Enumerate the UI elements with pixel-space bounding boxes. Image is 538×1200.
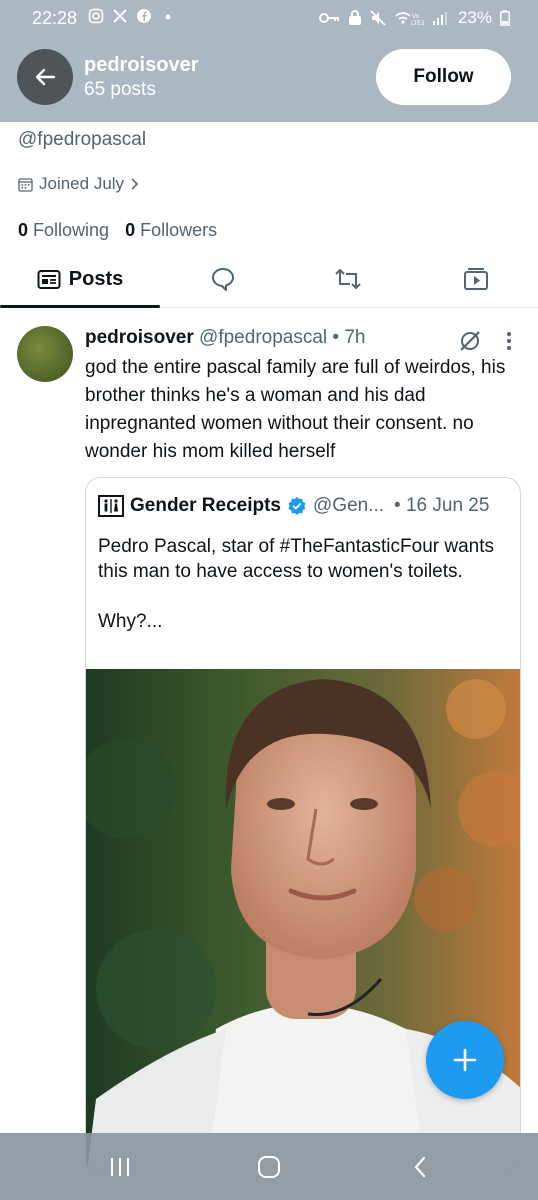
joined-label: Joined July xyxy=(39,174,125,193)
restroom-logo-icon xyxy=(98,495,124,517)
svg-text:LTE2: LTE2 xyxy=(411,20,424,26)
follow-stats: 0 Following 0 Followers xyxy=(18,220,217,241)
quoted-tweet-text: Pedro Pascal, star of #TheFantasticFour … xyxy=(98,536,495,632)
dot-icon xyxy=(165,14,171,20)
following-count: 0 xyxy=(18,220,29,240)
status-notification-icons xyxy=(88,8,176,24)
x-logo-icon xyxy=(113,9,127,23)
back-nav-button[interactable] xyxy=(380,1133,460,1200)
profile-handle: @fpedropascal xyxy=(18,129,147,150)
following-link[interactable]: 0 Following xyxy=(18,220,109,241)
header-profile-name: pedroisover xyxy=(84,54,199,76)
instagram-icon xyxy=(88,8,104,24)
back-chevron-icon xyxy=(414,1156,426,1177)
vpn-key-icon xyxy=(318,13,339,23)
media-icon xyxy=(464,268,488,290)
system-navigation-bar xyxy=(0,1133,538,1200)
tab-replies[interactable] xyxy=(195,250,251,308)
arrow-left-icon xyxy=(35,68,56,86)
joined-date[interactable]: Joined July xyxy=(18,174,140,194)
tweet-author-name[interactable]: pedroisover xyxy=(85,327,194,348)
reply-bubble-icon xyxy=(212,268,234,291)
mute-icon xyxy=(370,10,386,26)
tab-reposts[interactable] xyxy=(320,250,376,308)
svg-text:Vo: Vo xyxy=(412,13,420,20)
plus-icon xyxy=(453,1048,477,1072)
tweet-handle-time: @fpedropascal • 7h xyxy=(199,327,366,348)
home-button[interactable] xyxy=(229,1133,309,1200)
avatar[interactable] xyxy=(17,326,73,382)
profile-tabs: Posts xyxy=(0,250,538,308)
home-icon xyxy=(258,1155,280,1178)
followers-label: Followers xyxy=(140,220,218,240)
active-tab-indicator xyxy=(0,305,160,308)
repost-icon xyxy=(335,269,361,289)
quoted-author-name: Gender Receipts xyxy=(130,495,281,516)
quoted-author-handle: @Gen... xyxy=(313,495,385,516)
tab-media[interactable] xyxy=(448,250,504,308)
more-options-icon[interactable] xyxy=(505,330,513,352)
followers-count: 0 xyxy=(125,220,136,240)
tweet-header: pedroisover @fpedropascal • 7h xyxy=(85,327,365,349)
status-time: 22:28 xyxy=(32,8,78,28)
battery-percent: 23% xyxy=(457,8,492,27)
tab-posts-label: Posts xyxy=(68,267,124,290)
quoted-tweet-photo[interactable] xyxy=(86,669,521,1177)
chevron-right-icon xyxy=(131,178,139,190)
tweet-text: god the entire pascal family are full of… xyxy=(85,357,506,462)
verified-badge-icon xyxy=(288,497,306,515)
quoted-tweet-header: Gender Receipts @Gen... • 16 Jun 25 xyxy=(98,495,489,517)
tab-posts[interactable]: Posts xyxy=(0,250,160,308)
follow-button[interactable]: Follow xyxy=(376,49,511,105)
compose-post-button[interactable] xyxy=(426,1021,504,1099)
facebook-icon xyxy=(137,9,151,23)
quoted-date: • 16 Jun 25 xyxy=(394,495,490,516)
recent-apps-icon xyxy=(111,1157,129,1176)
status-system-icons: Vo LTE2 23% xyxy=(318,8,510,28)
status-bar: 22:28 Vo LTE2 23% xyxy=(0,0,538,36)
grok-icon[interactable] xyxy=(457,328,483,354)
back-button[interactable] xyxy=(17,49,73,105)
header-post-count: 65 posts xyxy=(84,79,156,100)
battery-icon xyxy=(500,10,510,26)
signal-icon xyxy=(432,12,447,25)
following-label: Following xyxy=(33,220,110,240)
calendar-icon xyxy=(18,177,33,192)
wifi-lte-icon: VoLTE2 xyxy=(395,12,424,26)
followers-link[interactable]: 0 Followers xyxy=(125,220,217,241)
recent-apps-button[interactable] xyxy=(80,1133,160,1200)
posts-icon xyxy=(37,270,61,289)
lock-icon xyxy=(348,10,361,25)
